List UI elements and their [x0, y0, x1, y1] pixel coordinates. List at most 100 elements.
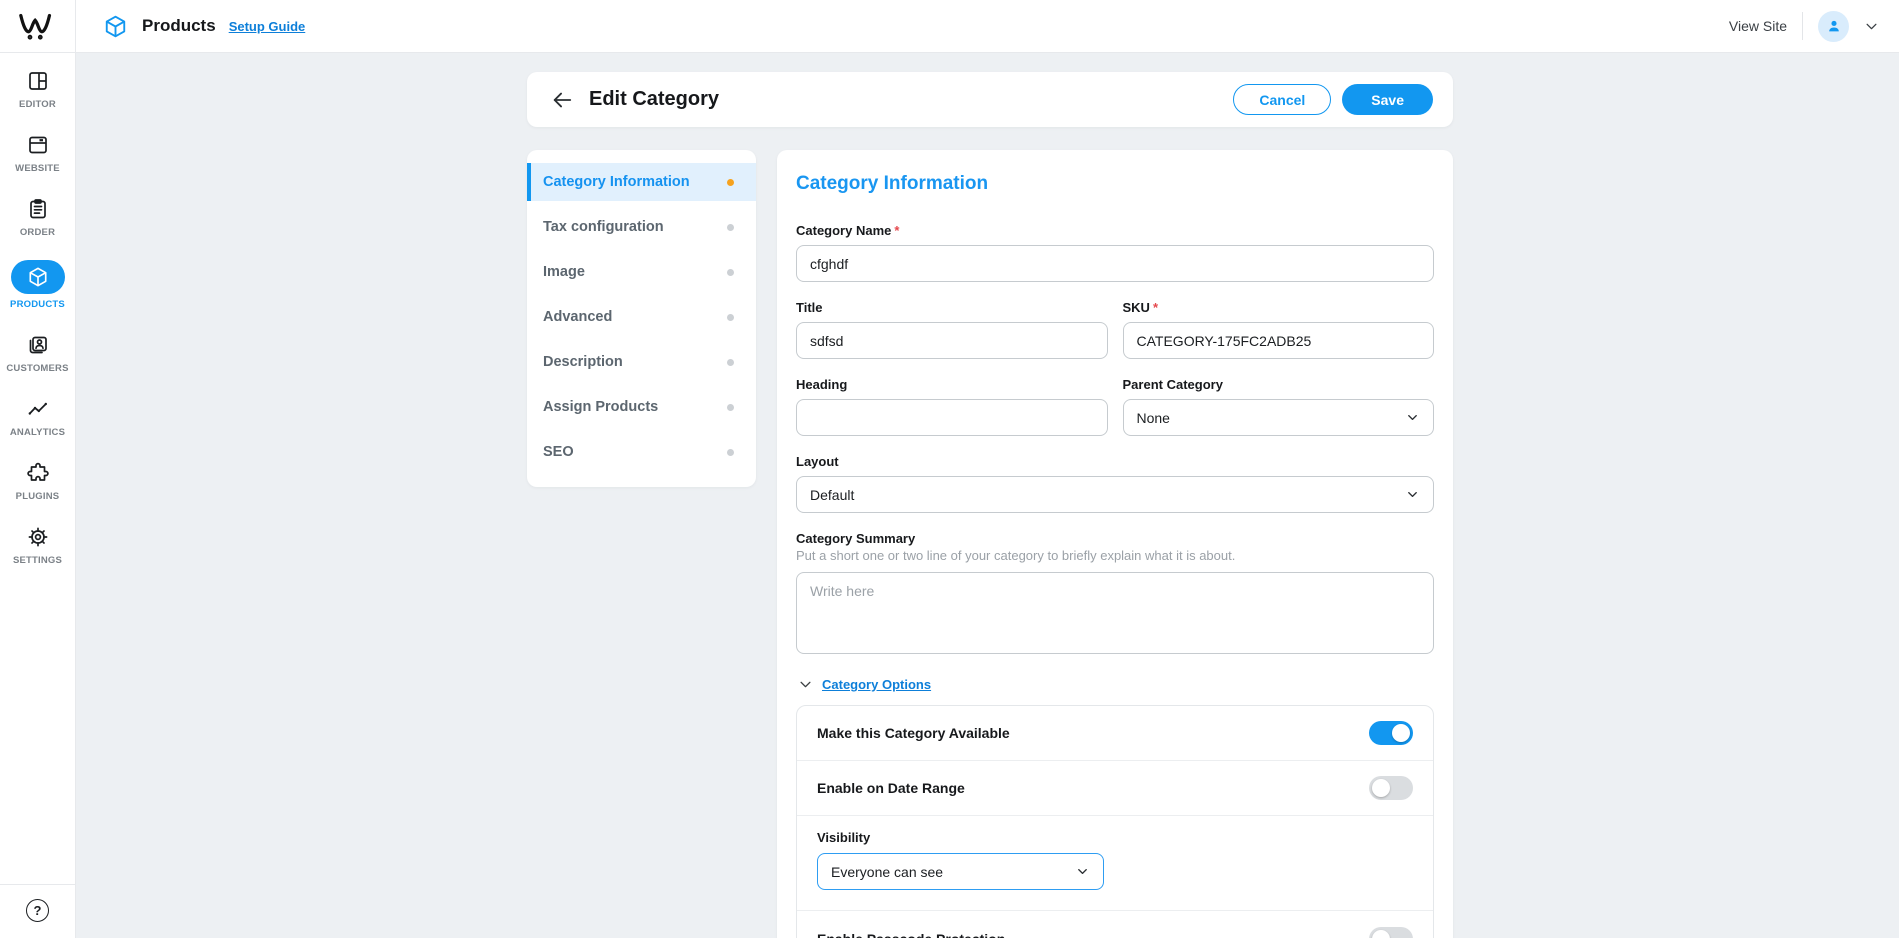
status-dot — [727, 359, 734, 366]
category-name-input[interactable] — [796, 245, 1434, 282]
layout-label: Layout — [796, 454, 1434, 469]
page-header-card: Edit Category Cancel Save — [527, 72, 1453, 127]
visibility-value: Everyone can see — [831, 864, 943, 880]
avatar[interactable] — [1818, 11, 1849, 42]
w-logo-icon — [17, 11, 59, 42]
sidebar-item-label: PRODUCTS — [10, 299, 65, 310]
title-group: Title — [796, 300, 1108, 359]
section-nav-label: Assign Products — [543, 399, 658, 415]
heading-group: Heading — [796, 377, 1108, 436]
make-available-toggle[interactable] — [1369, 721, 1413, 745]
sidebar-item-label: ORDER — [20, 227, 55, 238]
browser-window-icon — [25, 132, 51, 158]
toggle-knob — [1372, 930, 1390, 938]
section-nav-item-seo[interactable]: SEO — [527, 433, 756, 471]
make-available-label: Make this Category Available — [817, 725, 1010, 741]
cancel-button[interactable]: Cancel — [1233, 84, 1331, 115]
sidebar: EDITOR WEBSITE ORDER — [0, 53, 76, 938]
parent-category-select[interactable]: None — [1123, 399, 1435, 436]
sku-label: SKU* — [1123, 300, 1435, 315]
passcode-toggle[interactable] — [1369, 927, 1413, 938]
category-summary-textarea[interactable] — [796, 572, 1434, 654]
toggle-knob — [1392, 724, 1410, 742]
customer-card-icon — [25, 332, 51, 358]
sidebar-item-analytics[interactable]: ANALYTICS — [0, 396, 75, 438]
chevron-down-icon — [1405, 410, 1420, 425]
form-section-title: Category Information — [796, 173, 1434, 195]
date-range-toggle[interactable] — [1369, 776, 1413, 800]
brand-logo[interactable] — [0, 0, 76, 52]
topbar: Products Setup Guide View Site — [0, 0, 1899, 53]
category-summary-help: Put a short one or two line of your cate… — [796, 548, 1434, 563]
section-nav-item-assign-products[interactable]: Assign Products — [527, 388, 756, 426]
topbar-right: View Site — [1729, 11, 1899, 42]
passcode-row: Enable Passcode Protection — [797, 911, 1433, 938]
category-options-link[interactable]: Category Options — [822, 677, 931, 692]
chevron-down-icon[interactable] — [798, 677, 813, 692]
passcode-label: Enable Passcode Protection — [817, 931, 1005, 938]
status-dot — [727, 314, 734, 321]
section-nav-item-description[interactable]: Description — [527, 343, 756, 381]
gear-icon — [25, 524, 51, 550]
visibility-select[interactable]: Everyone can see — [817, 853, 1104, 890]
toggle-knob — [1372, 779, 1390, 797]
section-nav-item-category-information[interactable]: Category Information — [527, 163, 756, 201]
app-root: Products Setup Guide View Site — [0, 0, 1899, 938]
sidebar-item-order[interactable]: ORDER — [0, 196, 75, 238]
cube-icon — [27, 266, 49, 288]
sidebar-item-website[interactable]: WEBSITE — [0, 132, 75, 174]
clipboard-icon — [25, 196, 51, 222]
sidebar-item-label: ANALYTICS — [10, 427, 65, 438]
section-nav-label: Category Information — [543, 174, 690, 190]
view-site-link[interactable]: View Site — [1729, 18, 1787, 34]
save-button[interactable]: Save — [1342, 84, 1433, 115]
status-dot — [727, 179, 734, 186]
status-dot — [727, 404, 734, 411]
category-summary-group: Category Summary Put a short one or two … — [796, 531, 1434, 659]
products-cube-icon — [103, 14, 128, 39]
date-range-label: Enable on Date Range — [817, 780, 965, 796]
sidebar-item-label: EDITOR — [19, 99, 56, 110]
title-label: Title — [796, 300, 1108, 315]
sku-input[interactable] — [1123, 322, 1435, 359]
help-icon[interactable]: ? — [26, 899, 49, 922]
status-dot — [727, 449, 734, 456]
required-marker: * — [894, 223, 899, 238]
title-input[interactable] — [796, 322, 1108, 359]
category-name-label: Category Name* — [796, 223, 1434, 238]
category-options-panel: Make this Category Available Enable on D… — [796, 705, 1434, 938]
user-icon — [1825, 17, 1843, 35]
header-actions: Cancel Save — [1233, 84, 1433, 115]
sku-group: SKU* — [1123, 300, 1435, 359]
line-chart-icon — [25, 396, 51, 422]
account-chevron-down-icon[interactable] — [1864, 19, 1879, 34]
sidebar-item-settings[interactable]: SETTINGS — [0, 524, 75, 566]
section-nav-item-image[interactable]: Image — [527, 253, 756, 291]
setup-guide-link[interactable]: Setup Guide — [229, 19, 306, 34]
back-arrow-icon[interactable] — [551, 89, 573, 111]
sidebar-item-products[interactable]: PRODUCTS — [0, 260, 75, 310]
page-title: Edit Category — [589, 88, 719, 111]
sidebar-item-plugins[interactable]: PLUGINS — [0, 460, 75, 502]
layout-select[interactable]: Default — [796, 476, 1434, 513]
status-dot — [727, 224, 734, 231]
status-dot — [727, 269, 734, 276]
chevron-down-icon — [1075, 864, 1090, 879]
section-nav-item-advanced[interactable]: Advanced — [527, 298, 756, 336]
sidebar-item-label: SETTINGS — [13, 555, 62, 566]
make-available-row: Make this Category Available — [797, 706, 1433, 761]
layout-value: Default — [810, 487, 854, 503]
editor-layout-icon — [25, 68, 51, 94]
title-sku-row: Title SKU* — [796, 300, 1434, 377]
topbar-left: Products Setup Guide — [76, 14, 305, 39]
sidebar-item-editor[interactable]: EDITOR — [0, 68, 75, 110]
sidebar-item-customers[interactable]: CUSTOMERS — [0, 332, 75, 374]
category-summary-label: Category Summary — [796, 531, 1434, 546]
section-nav-item-tax-configuration[interactable]: Tax configuration — [527, 208, 756, 246]
heading-input[interactable] — [796, 399, 1108, 436]
parent-category-group: Parent Category None — [1123, 377, 1435, 436]
heading-label: Heading — [796, 377, 1108, 392]
section-nav: Category Information Tax configuration I… — [527, 150, 756, 487]
category-name-group: Category Name* — [796, 223, 1434, 282]
visibility-label: Visibility — [817, 830, 1413, 845]
